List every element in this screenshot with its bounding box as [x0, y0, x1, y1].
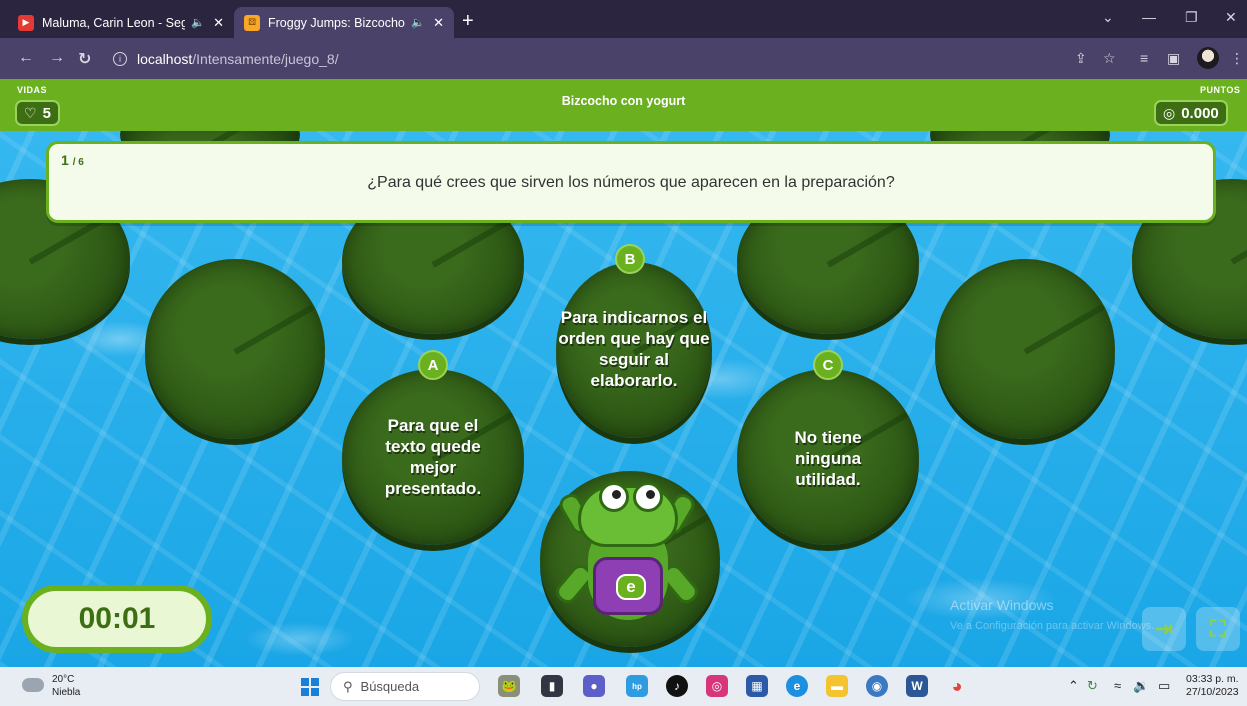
media-player-icon[interactable]: ◉	[866, 675, 888, 697]
tab-youtube[interactable]: ▶ Maluma, Carin Leon - Según 🔈 ✕	[8, 7, 234, 38]
restore-button[interactable]: ❐	[1185, 9, 1198, 26]
chrome-icon[interactable]: ◕	[946, 675, 968, 697]
points-value: 0.000	[1181, 104, 1219, 122]
word-icon[interactable]: W	[906, 675, 928, 697]
url-host: localhost	[137, 50, 193, 67]
youtube-icon: ▶	[18, 14, 34, 31]
tab-search-icon[interactable]: ⌄	[1102, 9, 1114, 26]
frog-head	[578, 482, 678, 547]
browser-tab-bar: ▶ Maluma, Carin Leon - Según 🔈 ✕ ⚄ Frogg…	[0, 0, 1247, 38]
tiktok-icon[interactable]: ♪	[666, 675, 688, 697]
question-counter: 1 / 6	[61, 152, 84, 168]
answer-letter-c: C	[813, 350, 843, 380]
tab-title: Maluma, Carin Leon - Según	[42, 15, 186, 30]
reload-icon[interactable]: ↻	[78, 49, 91, 69]
side-panel-icon[interactable]: ▣	[1167, 50, 1180, 67]
points-label: PUNTOS	[1200, 85, 1241, 95]
question-box: 1 / 6 ¿Para qué crees que sirven los núm…	[46, 141, 1216, 223]
new-tab-button[interactable]: +	[462, 10, 474, 33]
close-tab-icon[interactable]: ✕	[433, 15, 444, 31]
fullscreen-icon[interactable]: ⛶	[1196, 607, 1240, 651]
frog-backpack: e	[593, 557, 663, 615]
lily-pad	[935, 259, 1115, 439]
activate-windows-hint: Ve a Configuración para activar Windows.	[950, 620, 1155, 632]
answer-text-b[interactable]: Para indicarnos el orden que hay que seg…	[556, 307, 712, 391]
clock-date: 27/10/2023	[1186, 686, 1239, 698]
back-arrow-icon[interactable]: ←	[18, 49, 34, 67]
speaker-icon[interactable]: 🔈	[191, 16, 205, 29]
windows-start-icon[interactable]	[301, 678, 319, 696]
lily-pad	[145, 259, 325, 439]
timer: 00:01	[22, 585, 212, 653]
answer-letter-a: A	[418, 350, 448, 380]
share-icon[interactable]: ⇪	[1075, 50, 1087, 67]
instagram-icon[interactable]: ◎	[706, 675, 728, 697]
tray-chevron-icon[interactable]: ⌃	[1068, 678, 1079, 694]
url-path: /Intensamente/juego_8/	[192, 50, 339, 67]
battery-icon[interactable]: ▭	[1158, 678, 1170, 694]
bookmark-star-icon[interactable]: ☆	[1103, 50, 1116, 67]
game-area: VIDAS ♡ 5 Bizcocho con yogurt PUNTOS ◎ 0…	[0, 79, 1247, 667]
coin-icon: ◎	[1163, 104, 1176, 121]
volume-icon[interactable]: 🔉	[1133, 678, 1149, 694]
answer-text-a[interactable]: Para que el texto quede mejor presentado…	[366, 415, 500, 499]
teams-icon[interactable]: ●	[583, 675, 605, 697]
forward-arrow-icon[interactable]: →	[49, 49, 65, 67]
search-placeholder: Búsqueda	[360, 679, 420, 694]
answer-text-c[interactable]: No tiene ninguna utilidad.	[770, 427, 886, 490]
clock-time: 03:33 p. m.	[1186, 673, 1239, 685]
answer-letter-b: B	[615, 244, 645, 274]
tab-title: Froggy Jumps: Bizcocho con	[268, 15, 405, 30]
points-counter: ◎ 0.000	[1154, 100, 1228, 126]
sync-icon[interactable]: ↻	[1087, 678, 1098, 694]
frog-eye	[599, 482, 629, 512]
menu-kebab-icon[interactable]: ⋮	[1230, 50, 1244, 67]
wifi-icon[interactable]: ≈	[1114, 678, 1121, 693]
close-window-button[interactable]: ✕	[1225, 9, 1237, 26]
edge-icon[interactable]: e	[786, 675, 808, 697]
widgets-icon[interactable]: 🐸	[498, 675, 520, 697]
activate-windows-watermark: Activar Windows	[950, 597, 1054, 613]
weather-condition: Niebla	[52, 687, 81, 698]
url-field[interactable]: i localhost /Intensamente/juego_8/	[103, 44, 1058, 73]
question-total: / 6	[72, 157, 84, 168]
reading-list-icon[interactable]: ≡	[1140, 50, 1148, 66]
taskbar-clock[interactable]: 03:33 p. m. 27/10/2023	[1186, 673, 1239, 699]
game-header: VIDAS ♡ 5 Bizcocho con yogurt PUNTOS ◎ 0…	[0, 79, 1247, 131]
file-explorer-icon[interactable]: ▬	[826, 675, 848, 697]
froggy-jumps-icon: ⚄	[244, 14, 260, 31]
address-bar-row: ← → ↻ i localhost /Intensamente/juego_8/…	[0, 38, 1247, 79]
question-text: ¿Para qué crees que sirven los números q…	[367, 174, 895, 191]
tab-froggy-jumps[interactable]: ⚄ Froggy Jumps: Bizcocho con 🔈 ✕	[234, 7, 454, 38]
taskbar-search[interactable]: ⚲ Búsqueda	[330, 672, 480, 701]
frog-eye	[633, 482, 663, 512]
fog-icon	[22, 678, 44, 692]
site-info-icon[interactable]: i	[113, 51, 127, 66]
question-current: 1	[61, 152, 69, 168]
backpack-logo: e	[616, 574, 646, 600]
game-title: Bizcocho con yogurt	[561, 94, 686, 108]
speaker-icon[interactable]: 🔈	[411, 16, 425, 29]
exit-icon[interactable]: ⇥	[1142, 607, 1186, 651]
minimize-button[interactable]: —	[1142, 9, 1156, 25]
temperature: 20°C	[52, 674, 75, 685]
myhp-icon[interactable]: hp	[626, 675, 648, 697]
windows-taskbar: 20°C Niebla ⚲ Búsqueda 🐸 ▮ ● hp ♪ ◎ ▦ e …	[0, 667, 1247, 706]
profile-avatar[interactable]	[1197, 47, 1219, 69]
task-view-icon[interactable]: ▮	[541, 675, 563, 697]
frog-character: e	[552, 475, 702, 625]
store-icon[interactable]: ▦	[746, 675, 768, 697]
close-tab-icon[interactable]: ✕	[213, 15, 224, 31]
search-icon: ⚲	[343, 678, 353, 694]
